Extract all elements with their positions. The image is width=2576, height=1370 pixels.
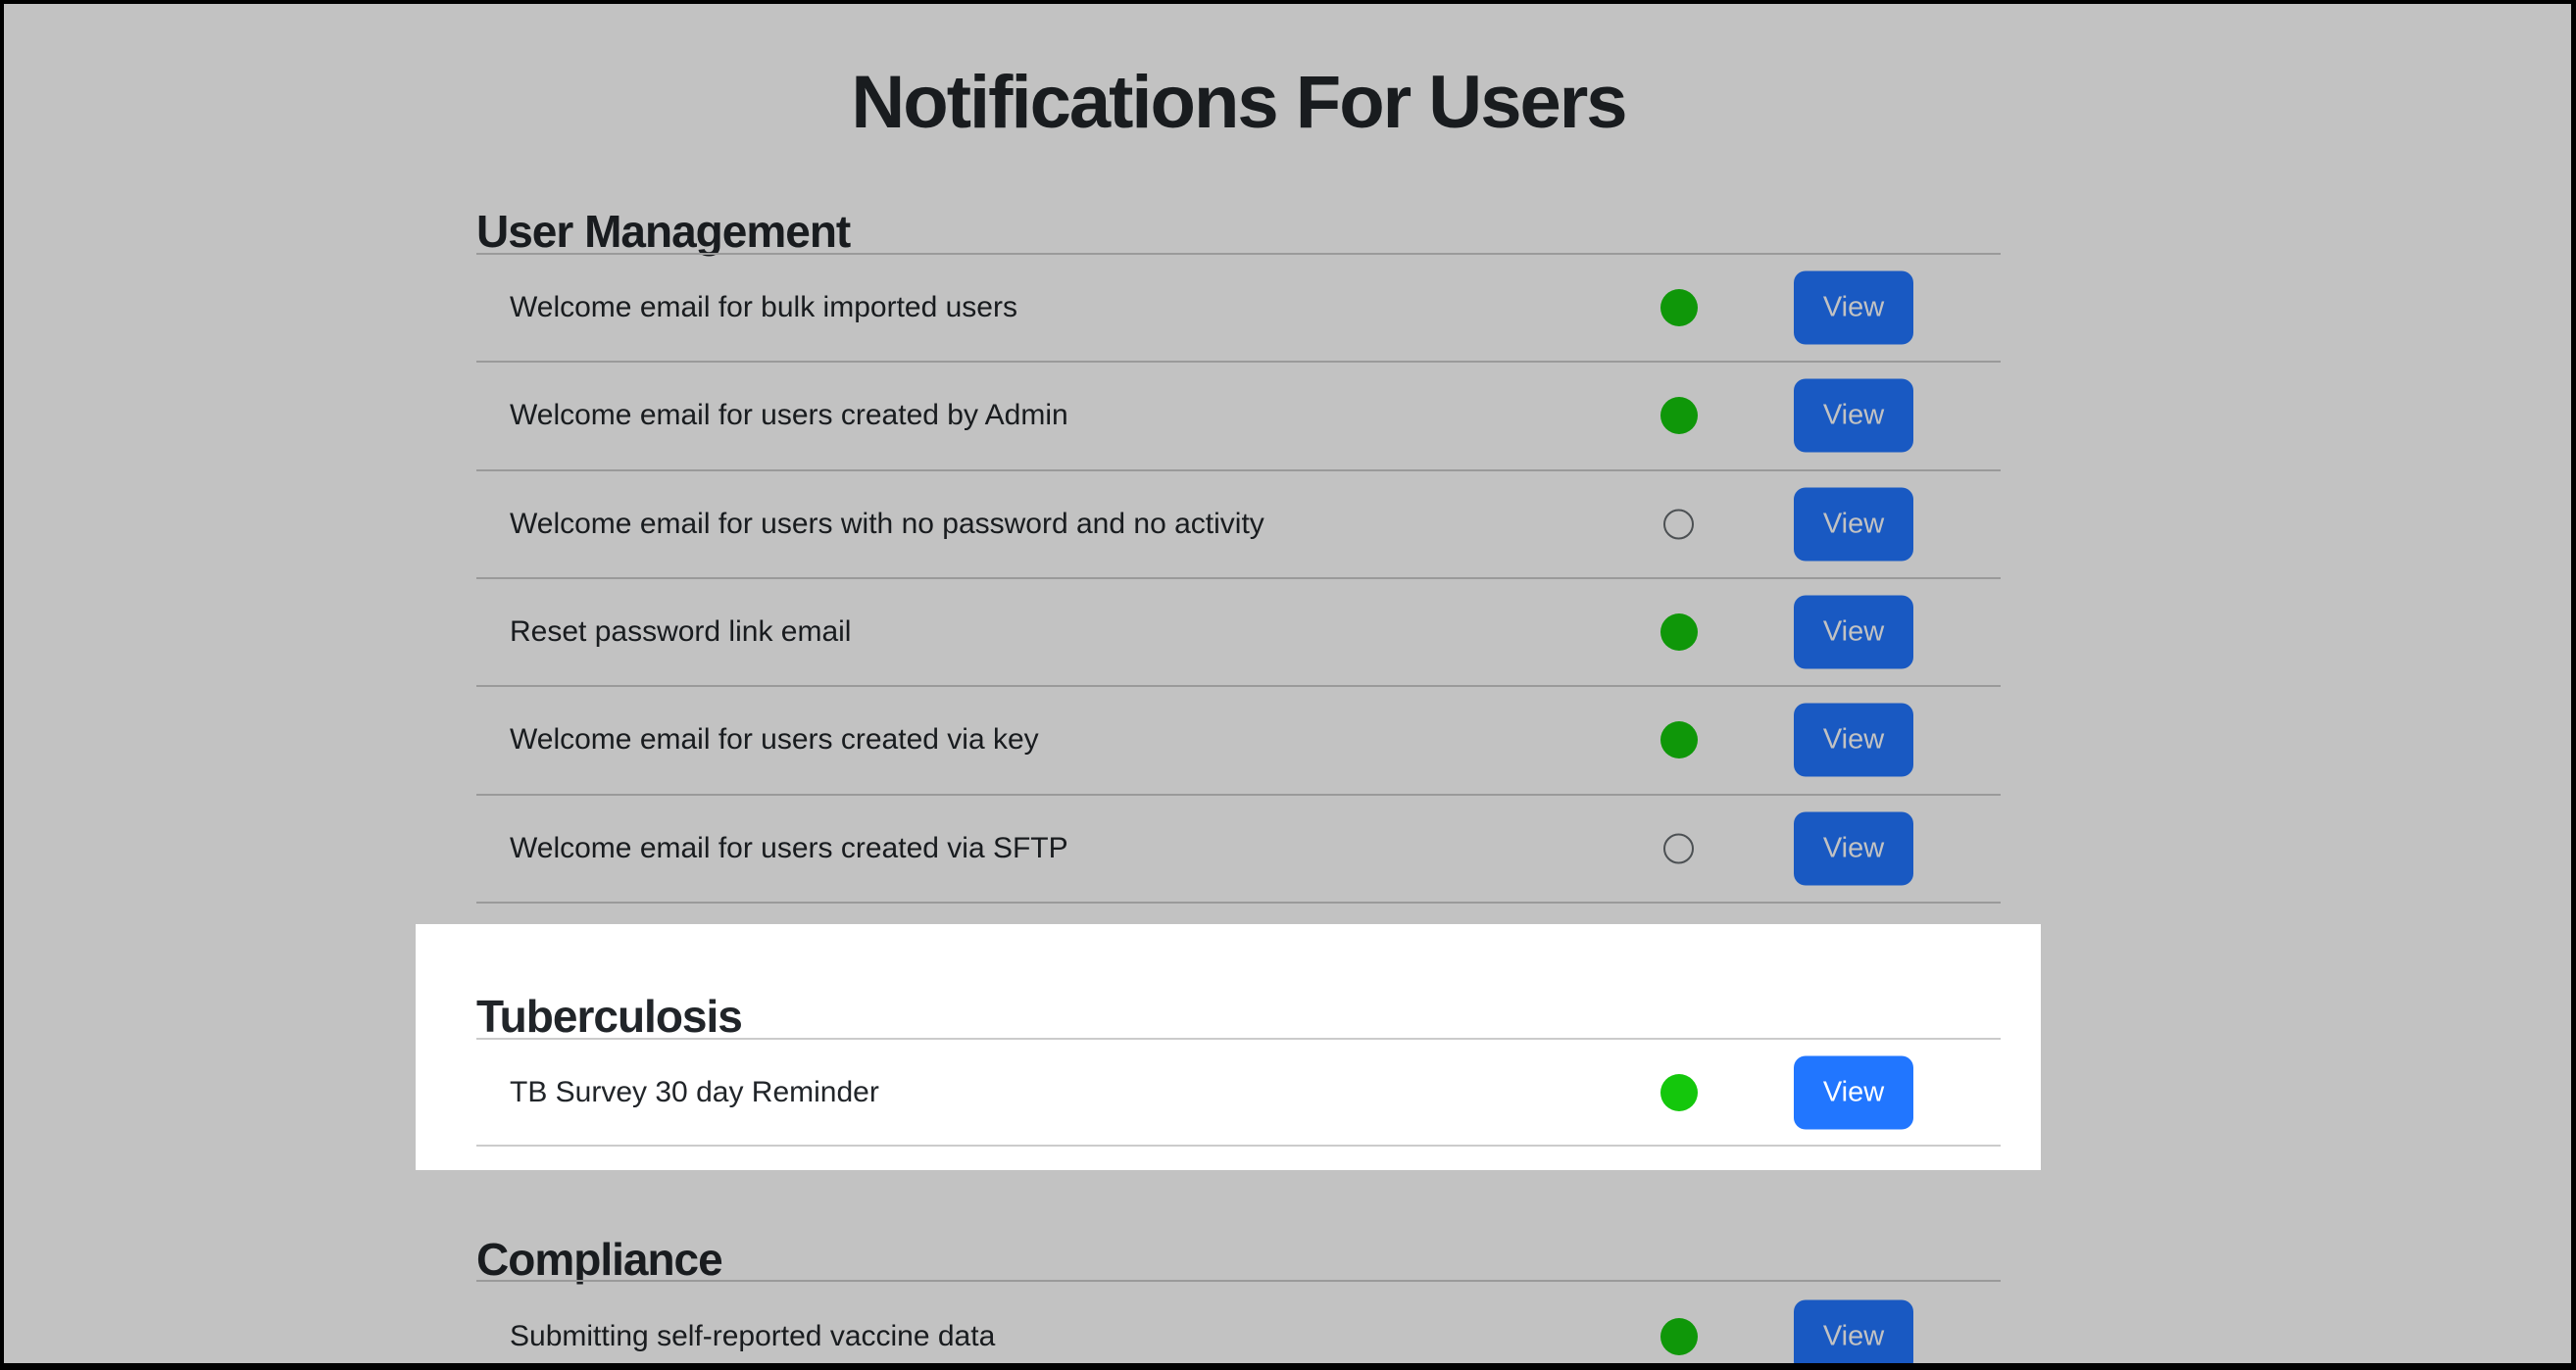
view-button[interactable]: View [1794, 1055, 1913, 1129]
tour-spotlight-tuberculosis: Tuberculosis TB Survey 30 day Reminder V… [416, 924, 2041, 1170]
section-heading-tuberculosis: Tuberculosis [476, 994, 742, 1039]
window-border [0, 0, 4, 1370]
window-border [0, 1363, 2576, 1370]
notification-label: TB Survey 30 day Reminder [510, 1076, 879, 1109]
status-indicator-icon [1660, 1074, 1698, 1111]
window-border [0, 0, 2576, 4]
window-border [2571, 0, 2576, 1370]
page: Notifications For Users User Management … [0, 0, 2576, 1370]
section-tuberculosis: TB Survey 30 day Reminder View [476, 1038, 2001, 1147]
notification-row: TB Survey 30 day Reminder View [476, 1040, 2001, 1147]
